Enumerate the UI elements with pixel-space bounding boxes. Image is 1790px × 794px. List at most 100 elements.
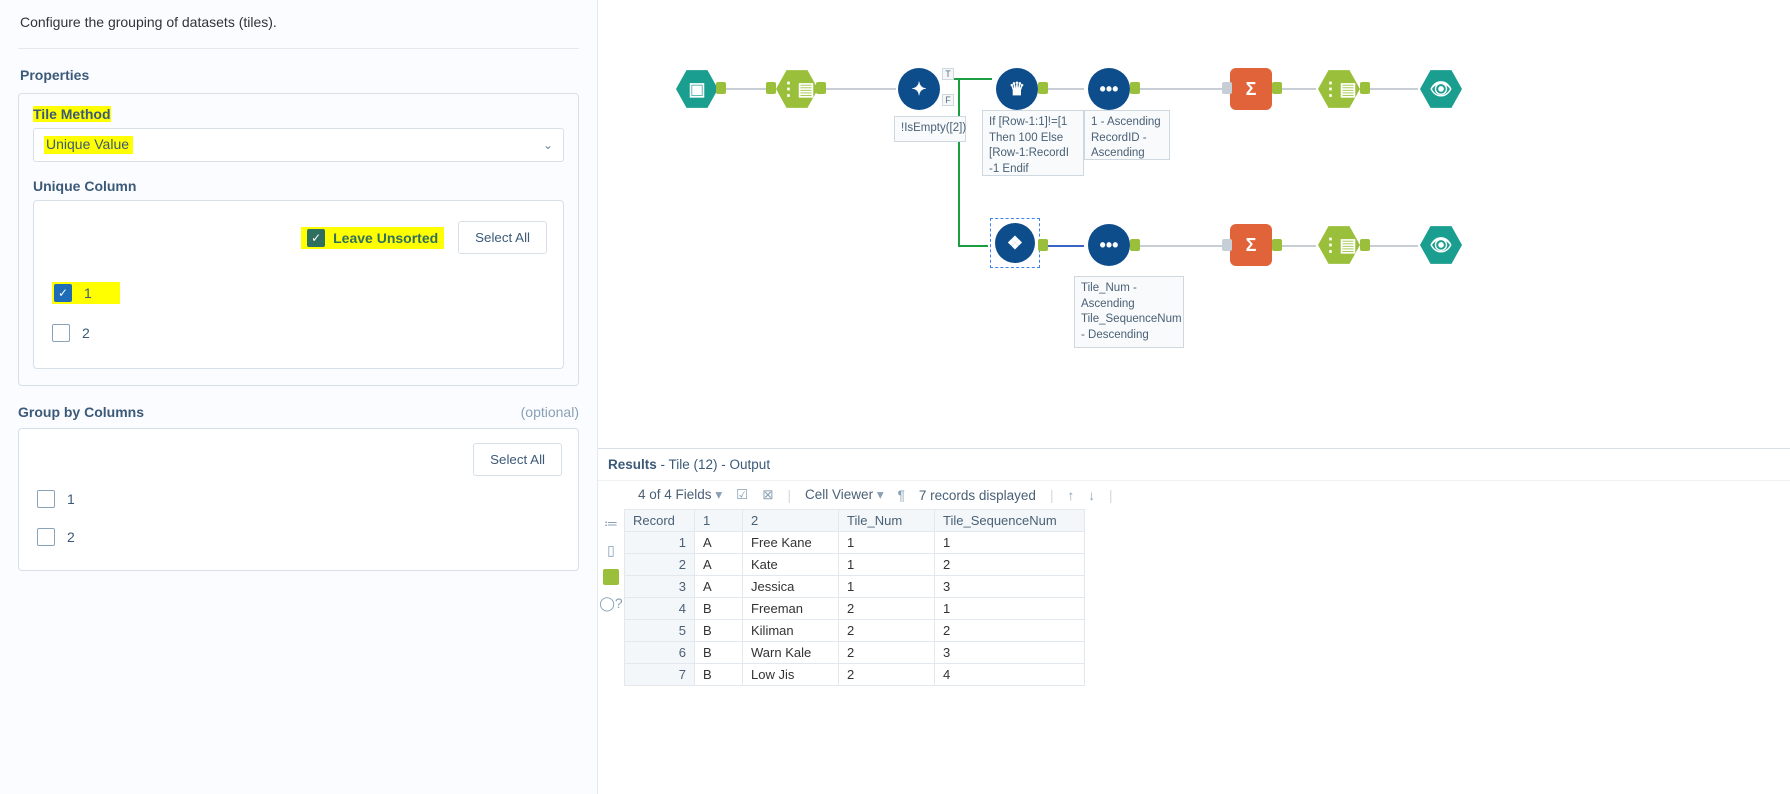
leave-unsorted-checkbox[interactable]: ✓: [307, 229, 325, 247]
tool-input[interactable]: ▣: [676, 68, 718, 110]
port-icon: [766, 82, 776, 94]
tool-multirow[interactable]: ♛: [996, 68, 1038, 110]
cell[interactable]: 3: [935, 576, 1085, 598]
table-row[interactable]: 1AFree Kane11: [625, 532, 1085, 554]
checkbox[interactable]: [52, 324, 70, 342]
cell[interactable]: 2: [839, 664, 935, 686]
arrow-up-icon[interactable]: ↑: [1067, 488, 1074, 503]
groupby-select-all-button[interactable]: Select All: [473, 443, 562, 476]
list-item[interactable]: 1: [35, 480, 562, 518]
clear-icon[interactable]: ⊠: [762, 487, 773, 503]
tool-select[interactable]: ⋮▤: [1318, 224, 1360, 266]
cell[interactable]: Kate: [743, 554, 839, 576]
cell[interactable]: A: [695, 532, 743, 554]
cell[interactable]: Jessica: [743, 576, 839, 598]
pilcrow-icon[interactable]: ¶: [898, 488, 905, 503]
cell[interactable]: Kiliman: [743, 620, 839, 642]
table-row[interactable]: 7BLow Jis24: [625, 664, 1085, 686]
cell[interactable]: 2: [935, 620, 1085, 642]
list-item[interactable]: ✓ 1: [50, 272, 547, 314]
cell[interactable]: 2: [839, 620, 935, 642]
port-icon: [1360, 239, 1370, 251]
cell[interactable]: 1: [839, 532, 935, 554]
connector: [1134, 245, 1226, 247]
cell-viewer-dropdown[interactable]: Cell Viewer ▾: [805, 487, 884, 503]
column-header[interactable]: Record: [625, 510, 695, 532]
cell[interactable]: 2: [935, 554, 1085, 576]
tool-sort[interactable]: •••: [1088, 68, 1130, 110]
list-item-label: 1: [67, 491, 75, 507]
config-panel: Configure the grouping of datasets (tile…: [0, 0, 598, 794]
connector: [1042, 245, 1084, 247]
cell[interactable]: Free Kane: [743, 532, 839, 554]
column-header[interactable]: Tile_Num: [839, 510, 935, 532]
tile-method-select[interactable]: Unique Value ⌄: [33, 128, 564, 162]
cell[interactable]: 1: [839, 554, 935, 576]
cell[interactable]: 1: [625, 532, 695, 554]
column-header[interactable]: Tile_SequenceNum: [935, 510, 1085, 532]
cell[interactable]: B: [695, 620, 743, 642]
list-item[interactable]: 2: [50, 314, 547, 352]
tool-tile-selected[interactable]: ❖: [990, 218, 1040, 268]
cell[interactable]: 5: [625, 620, 695, 642]
list-icon[interactable]: ≔: [604, 515, 618, 532]
cell[interactable]: Warn Kale: [743, 642, 839, 664]
cell[interactable]: 4: [625, 598, 695, 620]
cell[interactable]: Low Jis: [743, 664, 839, 686]
table-row[interactable]: 5BKiliman22: [625, 620, 1085, 642]
table-row[interactable]: 4BFreeman21: [625, 598, 1085, 620]
cell[interactable]: A: [695, 576, 743, 598]
checkbox[interactable]: ✓: [54, 284, 72, 302]
column-icon[interactable]: ▯: [607, 542, 615, 559]
tool-summarize[interactable]: Σ: [1230, 224, 1272, 266]
tool-sort[interactable]: •••: [1088, 224, 1130, 266]
tool-select[interactable]: ⋮▤: [1318, 68, 1360, 110]
cell[interactable]: 3: [625, 576, 695, 598]
column-header[interactable]: 1: [695, 510, 743, 532]
cell[interactable]: 3: [935, 642, 1085, 664]
checkbox[interactable]: [37, 490, 55, 508]
help-icon[interactable]: ◯?: [599, 595, 622, 612]
leave-unsorted-group[interactable]: ✓ Leave Unsorted: [301, 227, 444, 249]
active-view-icon[interactable]: [603, 569, 619, 585]
port-icon: [1222, 239, 1232, 251]
tool-formula[interactable]: ✦: [898, 68, 940, 110]
tool-select[interactable]: ⋮▤: [776, 68, 818, 110]
port-icon: [816, 82, 826, 94]
cell[interactable]: 6: [625, 642, 695, 664]
arrow-down-icon[interactable]: ↓: [1088, 488, 1095, 503]
tile-method-value: Unique Value: [44, 136, 133, 154]
cell[interactable]: B: [695, 598, 743, 620]
list-item[interactable]: 2: [35, 518, 562, 556]
workflow-canvas[interactable]: ▣ ⋮▤ ✦ T F ♛ ••• Σ ⋮▤ 👁 !IsEmpty([2]) If…: [598, 0, 1790, 448]
checkbox[interactable]: [37, 528, 55, 546]
table-row[interactable]: 3AJessica13: [625, 576, 1085, 598]
cell[interactable]: 1: [935, 532, 1085, 554]
table-row[interactable]: 6BWarn Kale23: [625, 642, 1085, 664]
cell[interactable]: Freeman: [743, 598, 839, 620]
fields-dropdown[interactable]: 4 of 4 Fields ▾: [638, 487, 722, 503]
tool-summarize[interactable]: Σ: [1230, 68, 1272, 110]
check-icon[interactable]: ☑: [736, 487, 748, 503]
results-grid[interactable]: Record12Tile_NumTile_SequenceNum 1AFree …: [624, 509, 1085, 686]
results-toolbar: 4 of 4 Fields ▾ ☑ ⊠ | Cell Viewer ▾ ¶ 7 …: [598, 480, 1790, 509]
cell[interactable]: A: [695, 554, 743, 576]
chevron-down-icon: ⌄: [543, 138, 553, 152]
cell[interactable]: 2: [839, 642, 935, 664]
cell[interactable]: 4: [935, 664, 1085, 686]
properties-title: Properties: [20, 67, 577, 83]
groupby-box: Select All 1 2: [18, 428, 579, 571]
tool-browse[interactable]: 👁: [1420, 224, 1462, 266]
cell[interactable]: B: [695, 642, 743, 664]
cell[interactable]: 2: [839, 598, 935, 620]
port-icon: [1038, 82, 1048, 94]
tool-browse[interactable]: 👁: [1420, 68, 1462, 110]
column-header[interactable]: 2: [743, 510, 839, 532]
table-row[interactable]: 2AKate12: [625, 554, 1085, 576]
cell[interactable]: 1: [935, 598, 1085, 620]
unique-select-all-button[interactable]: Select All: [458, 221, 547, 254]
cell[interactable]: 1: [839, 576, 935, 598]
cell[interactable]: B: [695, 664, 743, 686]
cell[interactable]: 7: [625, 664, 695, 686]
cell[interactable]: 2: [625, 554, 695, 576]
